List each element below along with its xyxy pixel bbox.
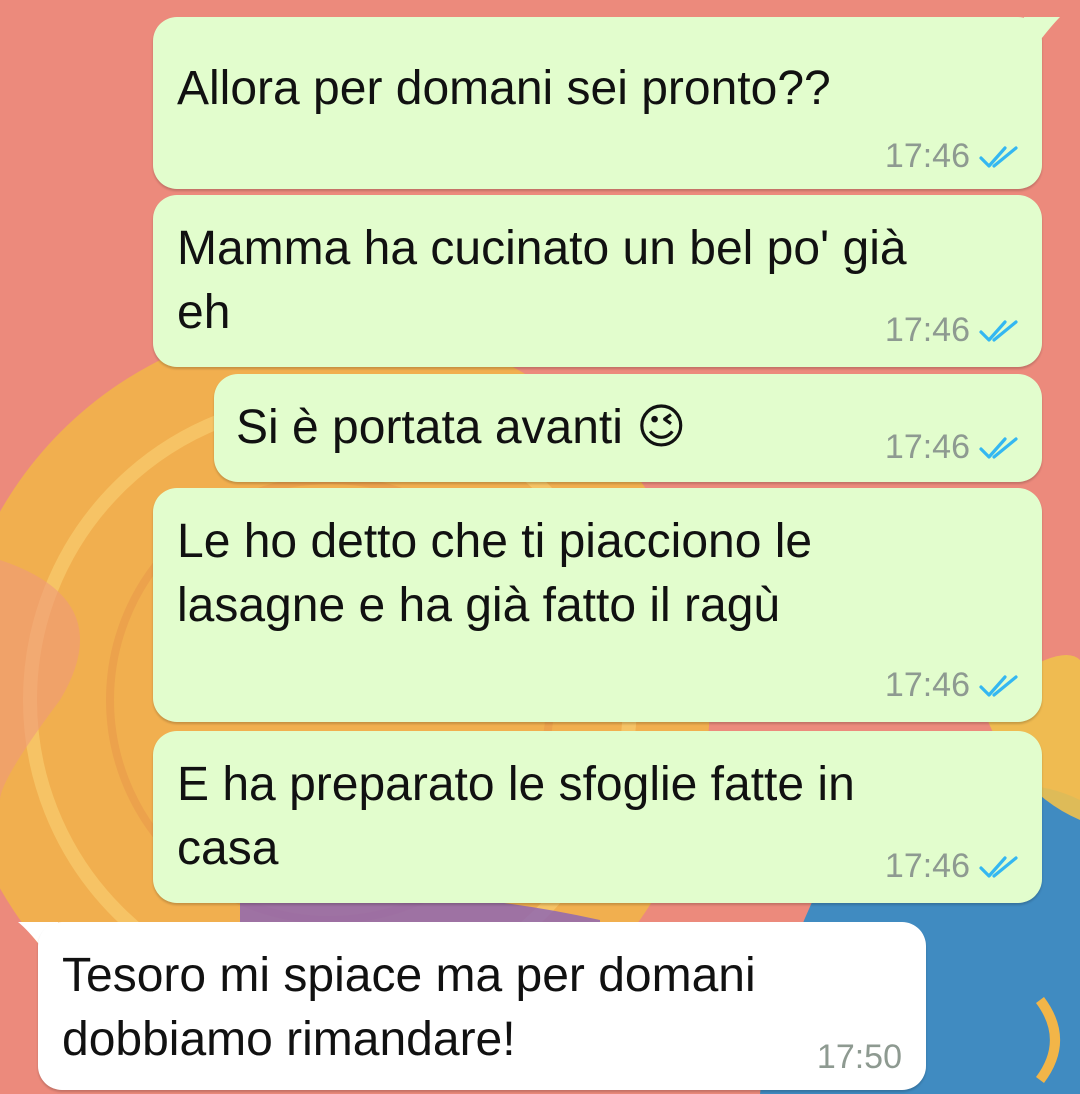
- double-check-icon: [978, 318, 1020, 344]
- message-meta: 17:46: [885, 311, 1020, 350]
- double-check-icon: [978, 673, 1020, 699]
- double-check-icon: [978, 435, 1020, 461]
- message-meta: 17:46: [885, 137, 1020, 176]
- message-bubble-outgoing[interactable]: Le ho detto che ti piacciono le lasagne …: [153, 488, 1042, 722]
- message-bubble-outgoing[interactable]: Mamma ha cucinato un bel po' già eh 17:4…: [153, 195, 1042, 367]
- message-meta: 17:46: [885, 847, 1020, 886]
- message-bubble-outgoing[interactable]: Allora per domani sei pronto?? 17:46: [153, 17, 1042, 189]
- message-text: Le ho detto che ti piacciono le lasagne …: [177, 515, 813, 632]
- message-text: Allora per domani sei pronto??: [177, 62, 831, 115]
- double-check-icon: [978, 144, 1020, 170]
- message-text: E ha preparato le sfoglie fatte in casa: [177, 758, 855, 875]
- message-bubble-incoming[interactable]: Tesoro mi spiace ma per domani dobbiamo …: [38, 922, 926, 1090]
- message-bubble-outgoing[interactable]: Si è portata avanti 😉 17:46: [214, 374, 1042, 482]
- double-check-icon: [978, 854, 1020, 880]
- message-bubble-outgoing[interactable]: E ha preparato le sfoglie fatte in casa …: [153, 731, 1042, 903]
- message-meta: 17:50: [817, 1038, 902, 1077]
- winking-face-emoji-icon: 😉: [636, 401, 687, 454]
- message-time: 17:46: [884, 137, 970, 175]
- message-time: 17:46: [884, 847, 970, 885]
- bubble-tail: [1024, 17, 1060, 47]
- message-time: 17:46: [884, 428, 970, 466]
- message-time: 17:50: [816, 1038, 902, 1076]
- message-text: Si è portata avanti 😉: [236, 401, 687, 454]
- message-text: Mamma ha cucinato un bel po' già eh: [177, 222, 907, 339]
- message-meta: 17:46: [885, 428, 1020, 467]
- message-meta: 17:46: [885, 666, 1020, 705]
- message-time: 17:46: [884, 666, 970, 704]
- message-text: Tesoro mi spiace ma per domani dobbiamo …: [62, 949, 756, 1066]
- message-time: 17:46: [884, 311, 970, 349]
